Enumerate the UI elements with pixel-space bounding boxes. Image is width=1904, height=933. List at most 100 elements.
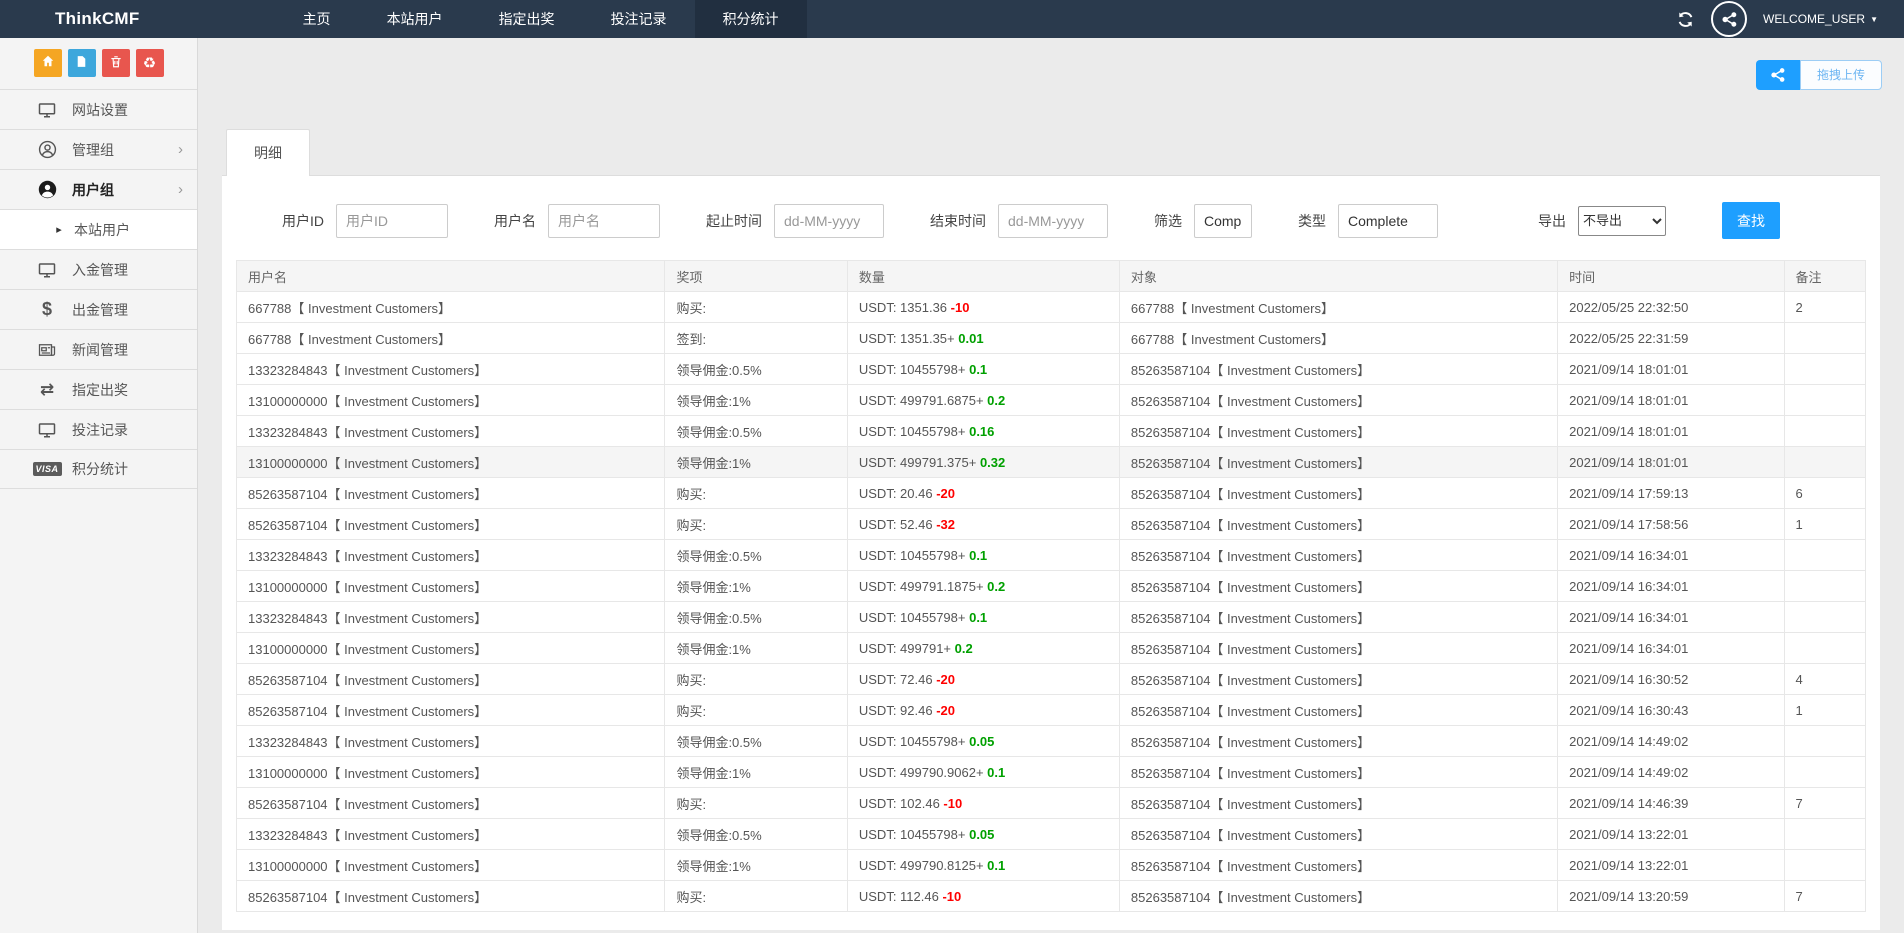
table-row: 85263587104【 Investment Customers】购买:USD… — [237, 881, 1866, 912]
cell-amount: USDT: 499791.6875+ 0.2 — [847, 385, 1119, 416]
chevron-right-icon: › — [178, 141, 183, 158]
amount-base: USDT: 10455798+ — [859, 424, 969, 439]
table-row: 13100000000【 Investment Customers】领导佣金:1… — [237, 633, 1866, 664]
search-button[interactable]: 查找 — [1722, 202, 1780, 239]
recycle-icon: ♻ — [143, 54, 156, 72]
cell-target: 85263587104【 Investment Customers】 — [1119, 850, 1557, 881]
export-label: 导出 — [1538, 211, 1566, 231]
amount-delta: 0.16 — [969, 424, 994, 439]
exchange-icon: ⇄ — [35, 380, 59, 400]
cell-time: 2022/05/25 22:31:59 — [1558, 323, 1784, 354]
cell-username: 13100000000【 Investment Customers】 — [237, 571, 665, 602]
start-time-input[interactable] — [774, 204, 884, 238]
monitor-icon — [35, 421, 59, 439]
amount-delta: 0.2 — [987, 579, 1005, 594]
cell-note — [1784, 850, 1865, 881]
cell-target: 85263587104【 Investment Customers】 — [1119, 540, 1557, 571]
cell-time: 2021/09/14 17:58:56 — [1558, 509, 1784, 540]
chevron-right-icon: › — [178, 181, 183, 198]
amount-delta: 0.1 — [969, 362, 987, 377]
cell-target: 85263587104【 Investment Customers】 — [1119, 571, 1557, 602]
filter-label: 筛选 — [1154, 211, 1182, 231]
avatar[interactable] — [1711, 1, 1747, 37]
share-upload-icon[interactable] — [1756, 60, 1800, 90]
amount-delta: -10 — [951, 300, 970, 315]
sidebar-item-news-management[interactable]: 新闻管理 — [0, 329, 197, 369]
cell-prize: 购买: — [665, 788, 847, 819]
export-select[interactable]: 不导出 — [1578, 206, 1666, 236]
filter-input[interactable] — [1194, 204, 1252, 238]
username-label: WELCOME_USER — [1763, 12, 1865, 26]
table-row: 85263587104【 Investment Customers】购买:USD… — [237, 788, 1866, 819]
sidebar: ♻ 网站设置管理组›用户组›▸本站用户入金管理$出金管理新闻管理⇄指定出奖投注记… — [0, 38, 198, 933]
nav-item-points-stats[interactable]: 积分统计 — [695, 0, 807, 38]
cell-amount: USDT: 92.46 -20 — [847, 695, 1119, 726]
cell-target: 85263587104【 Investment Customers】 — [1119, 695, 1557, 726]
home-icon — [41, 54, 55, 72]
cell-username: 85263587104【 Investment Customers】 — [237, 478, 665, 509]
cell-prize: 购买: — [665, 478, 847, 509]
amount-base: USDT: 112.46 — [859, 889, 943, 904]
cell-prize: 领导佣金:0.5% — [665, 416, 847, 447]
nav-item-site-users[interactable]: 本站用户 — [359, 0, 471, 38]
cell-username: 13323284843【 Investment Customers】 — [237, 726, 665, 757]
cell-time: 2021/09/14 14:49:02 — [1558, 757, 1784, 788]
cell-note — [1784, 540, 1865, 571]
cell-prize: 领导佣金:0.5% — [665, 602, 847, 633]
cell-amount: USDT: 499790.8125+ 0.1 — [847, 850, 1119, 881]
nav-item-assign-prize[interactable]: 指定出奖 — [471, 0, 583, 38]
amount-delta: 0.1 — [969, 548, 987, 563]
sidebar-item-user-group[interactable]: 用户组› — [0, 169, 197, 209]
amount-delta: 0.05 — [969, 734, 994, 749]
file-button[interactable] — [68, 49, 96, 77]
sidebar-item-admin-group[interactable]: 管理组› — [0, 129, 197, 169]
cell-prize: 购买: — [665, 664, 847, 695]
nav-menu: 主页本站用户指定出奖投注记录积分统计 — [275, 0, 807, 38]
cell-username: 667788【 Investment Customers】 — [237, 323, 665, 354]
nav-item-home[interactable]: 主页 — [275, 0, 359, 38]
cell-note: 7 — [1784, 788, 1865, 819]
table-row: 13323284843【 Investment Customers】领导佣金:0… — [237, 602, 1866, 633]
cell-note — [1784, 819, 1865, 850]
cell-prize: 领导佣金:1% — [665, 850, 847, 881]
cell-amount: USDT: 499790.9062+ 0.1 — [847, 757, 1119, 788]
sidebar-item-bet-records[interactable]: 投注记录 — [0, 409, 197, 449]
sidebar-item-withdrawal-management[interactable]: $出金管理 — [0, 289, 197, 329]
type-label: 类型 — [1298, 211, 1326, 231]
cell-target: 667788【 Investment Customers】 — [1119, 292, 1557, 323]
cell-amount: USDT: 1351.35+ 0.01 — [847, 323, 1119, 354]
table-row: 13323284843【 Investment Customers】领导佣金:0… — [237, 416, 1866, 447]
end-time-input[interactable] — [998, 204, 1108, 238]
brand-logo[interactable]: ThinkCMF — [0, 9, 180, 29]
cell-target: 667788【 Investment Customers】 — [1119, 323, 1557, 354]
username-input[interactable] — [548, 204, 660, 238]
content-card: 用户ID 用户名 起止时间 结束时间 筛选 — [222, 175, 1880, 930]
type-input[interactable] — [1338, 204, 1438, 238]
cell-target: 85263587104【 Investment Customers】 — [1119, 788, 1557, 819]
sidebar-item-assign-prize[interactable]: ⇄指定出奖 — [0, 369, 197, 409]
nav-item-bet-records[interactable]: 投注记录 — [583, 0, 695, 38]
table-row: 13323284843【 Investment Customers】领导佣金:0… — [237, 726, 1866, 757]
cell-time: 2021/09/14 16:34:01 — [1558, 602, 1784, 633]
tab-detail[interactable]: 明细 — [226, 129, 310, 176]
trash-button[interactable] — [102, 49, 130, 77]
cell-amount: USDT: 1351.36 -10 — [847, 292, 1119, 323]
sidebar-item-deposit-management[interactable]: 入金管理 — [0, 249, 197, 289]
drag-upload-button[interactable]: 拖拽上传 — [1800, 60, 1882, 90]
amount-base: USDT: 499790.8125+ — [859, 858, 987, 873]
cell-amount: USDT: 10455798+ 0.1 — [847, 602, 1119, 633]
sidebar-item-points-stats[interactable]: VISA积分统计 — [0, 449, 197, 489]
sidebar-item-site-settings[interactable]: 网站设置 — [0, 89, 197, 129]
column-header: 备注 — [1784, 261, 1865, 292]
cell-target: 85263587104【 Investment Customers】 — [1119, 602, 1557, 633]
refresh-icon[interactable] — [1675, 9, 1695, 29]
monitor-icon — [35, 261, 59, 279]
cell-username: 13323284843【 Investment Customers】 — [237, 602, 665, 633]
recycle-button[interactable]: ♻ — [136, 49, 164, 77]
user-id-input[interactable] — [336, 204, 448, 238]
cell-amount: USDT: 10455798+ 0.1 — [847, 354, 1119, 385]
column-header: 用户名 — [237, 261, 665, 292]
user-dropdown[interactable]: WELCOME_USER ▼ — [1763, 12, 1878, 26]
sidebar-item-site-users[interactable]: ▸本站用户 — [0, 209, 197, 249]
home-button[interactable] — [34, 49, 62, 77]
